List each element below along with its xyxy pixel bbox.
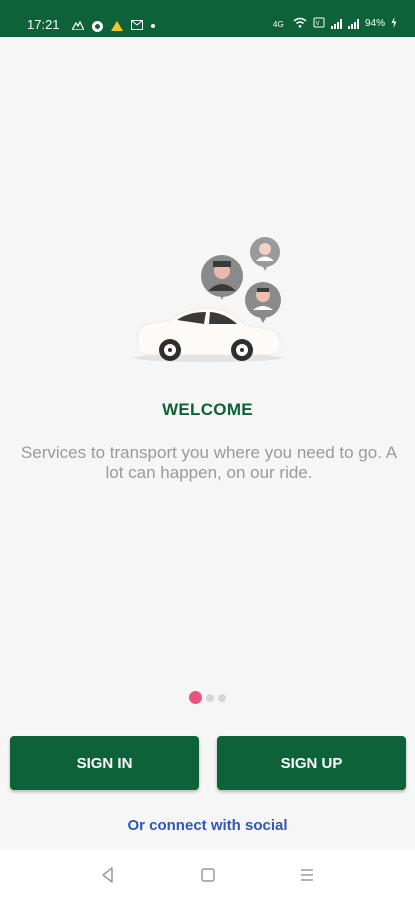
- dot-icon: [151, 24, 155, 28]
- driver-avatar-icon: [201, 255, 243, 300]
- welcome-illustration: [130, 233, 290, 368]
- signal-icon: [330, 18, 342, 29]
- record-icon: [92, 20, 103, 32]
- svg-text:4G: 4G: [273, 20, 284, 28]
- volte-icon: V: [313, 17, 325, 30]
- mail-icon: [131, 17, 143, 35]
- system-nav-bar: [0, 850, 415, 900]
- data-icon: 4G: [273, 18, 287, 30]
- terrain-icon: [70, 17, 85, 35]
- battery-icon: [391, 17, 397, 30]
- welcome-description: Services to transport you where you need…: [20, 443, 398, 482]
- home-icon[interactable]: [198, 865, 218, 885]
- signal-icon: [347, 18, 359, 29]
- connect-social-link[interactable]: Or connect with social: [0, 817, 415, 834]
- passenger-avatar-icon: [245, 282, 281, 323]
- page-indicator: [189, 691, 226, 704]
- page-dot[interactable]: [218, 693, 226, 702]
- status-bar: 17:21 4G V 94%: [0, 0, 415, 37]
- passenger-avatar-icon: [250, 237, 280, 271]
- back-icon[interactable]: [98, 865, 118, 885]
- sign-up-button[interactable]: SIGN UP: [217, 736, 406, 790]
- page-dot[interactable]: [206, 693, 214, 702]
- warning-icon: [111, 21, 123, 31]
- svg-text:V: V: [315, 21, 319, 27]
- sign-in-button[interactable]: SIGN IN: [10, 736, 199, 790]
- status-time: 17:21: [27, 17, 60, 32]
- menu-icon[interactable]: [297, 865, 317, 885]
- battery-level: 94%: [364, 18, 385, 29]
- status-icons-right: 4G V 94%: [273, 17, 397, 30]
- welcome-title: WELCOME: [162, 400, 253, 419]
- status-icons-left: [70, 17, 155, 35]
- page-dot-active[interactable]: [189, 691, 202, 704]
- wifi-icon: [293, 17, 307, 30]
